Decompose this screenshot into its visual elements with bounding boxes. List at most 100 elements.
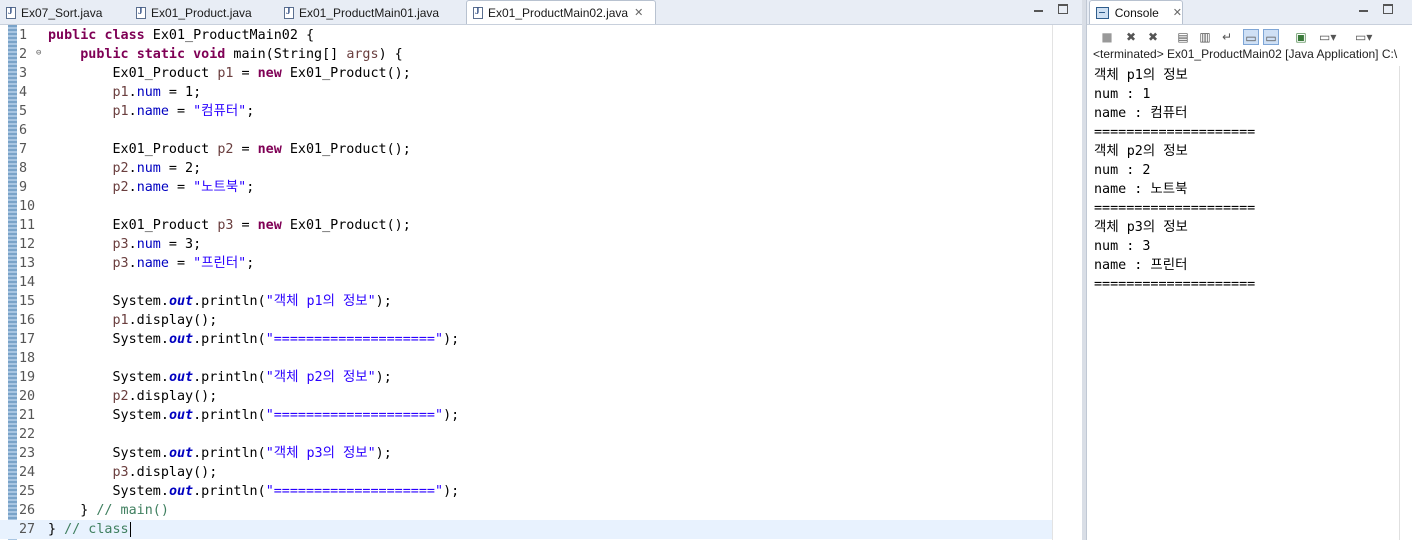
code-line[interactable]: 15 System.out.println("객체 p1의 정보");: [0, 292, 1052, 311]
code-line[interactable]: 8 p2.num = 2;: [0, 159, 1052, 178]
code-line[interactable]: 7 Ex01_Product p2 = new Ex01_Product();: [0, 140, 1052, 159]
line-number: 27: [19, 522, 36, 537]
console-output-line: num : 2: [1094, 163, 1151, 178]
code-line[interactable]: 4 p1.num = 1;: [0, 83, 1052, 102]
tab-label: Ex01_Product.java: [151, 5, 252, 20]
code-text: p2.num = 2;: [112, 161, 202, 176]
text-caret: [129, 522, 131, 537]
console-output-line: 객체 p2의 정보: [1094, 144, 1188, 159]
code-text: p2.display();: [112, 389, 218, 404]
console-output-line: ====================: [1094, 125, 1256, 140]
code-line[interactable]: 17 System.out.println("=================…: [0, 330, 1052, 349]
line-number: 10: [19, 199, 36, 214]
code-line[interactable]: 13 p3.name = "프린터";: [0, 254, 1052, 273]
stop-icon[interactable]: ■: [1099, 29, 1115, 45]
code-line[interactable]: 26 } // main(): [0, 501, 1052, 520]
tab-ex01-product[interactable]: Ex01_Product.java: [136, 2, 252, 23]
code-line[interactable]: 12 p3.num = 3;: [0, 235, 1052, 254]
maximize-icon[interactable]: [1383, 4, 1393, 14]
editor-tab-bar: Ex07_Sort.java Ex01_Product.java Ex01_Pr…: [0, 0, 1082, 25]
remove-all-icon[interactable]: ✖: [1145, 29, 1161, 45]
code-line[interactable]: 2 ⊖ public static void main(String[] args…: [0, 45, 1052, 64]
code-text: p3.name = "프린터";: [112, 256, 255, 271]
code-line[interactable]: 11 Ex01_Product p3 = new Ex01_Product();: [0, 216, 1052, 235]
close-tab-icon[interactable]: ✕: [634, 6, 643, 19]
line-number: 15: [19, 294, 36, 309]
tab-console[interactable]: Console ✕: [1089, 0, 1183, 24]
console-output-line: num : 1: [1094, 87, 1151, 102]
code-line[interactable]: 23 System.out.println("객체 p3의 정보");: [0, 444, 1052, 463]
code-text: p1.name = "컴퓨터";: [112, 104, 255, 119]
console-output-line: name : 프린터: [1094, 258, 1188, 273]
console-process-title: <terminated> Ex01_ProductMain02 [Java Ap…: [1093, 47, 1398, 61]
line-number: 24: [19, 465, 36, 480]
code-text: } // class: [48, 522, 131, 537]
code-line[interactable]: 22: [0, 425, 1052, 444]
line-number: 22: [19, 427, 36, 442]
word-wrap-icon[interactable]: ↵: [1219, 29, 1235, 45]
pin-console-icon[interactable]: ▣: [1293, 29, 1309, 45]
tab-label: Ex07_Sort.java: [21, 5, 103, 20]
code-line[interactable]: 9 p2.name = "노트북";: [0, 178, 1052, 197]
code-text: p1.num = 1;: [112, 85, 202, 100]
line-number: 5: [19, 104, 28, 119]
console-scrollbar[interactable]: [1399, 66, 1412, 540]
minimize-icon[interactable]: [1034, 4, 1043, 12]
line-number: 11: [19, 218, 36, 233]
code-line[interactable]: 20 p2.display();: [0, 387, 1052, 406]
code-text: } // main(): [48, 503, 169, 518]
tab-ex01-productmain01[interactable]: Ex01_ProductMain01.java: [284, 2, 439, 23]
tab-label: Console: [1114, 5, 1159, 20]
code-text: p1.display();: [112, 313, 218, 328]
line-number: 23: [19, 446, 36, 461]
code-text: Ex01_Product p2 = new Ex01_Product();: [48, 142, 411, 157]
code-line[interactable]: 19 System.out.println("객체 p2의 정보");: [0, 368, 1052, 387]
overview-ruler[interactable]: [1052, 25, 1083, 540]
code-text: p3.display();: [112, 465, 218, 480]
console-view: Console ✕ ■ ✖ ✖ ▤ ▥ ↵ ▭ ▭ ▣ ▭▾ ▭▾ <termi…: [1086, 0, 1412, 540]
show-on-error-icon[interactable]: ▭: [1263, 29, 1279, 45]
code-text: p2.name = "노트북";: [112, 180, 255, 195]
line-number: 7: [19, 142, 28, 157]
line-number: 14: [19, 275, 36, 290]
code-line[interactable]: 3 Ex01_Product p1 = new Ex01_Product();: [0, 64, 1052, 83]
remove-launch-icon[interactable]: ✖: [1123, 29, 1139, 45]
code-line[interactable]: 14: [0, 273, 1052, 292]
code-text: System.out.println("====================…: [48, 484, 460, 499]
open-console-icon[interactable]: ▭▾: [1355, 29, 1372, 45]
fold-collapse-icon[interactable]: ⊖: [36, 44, 41, 63]
tab-ex07-sort[interactable]: Ex07_Sort.java: [6, 2, 102, 23]
tab-ex01-productmain02[interactable]: Ex01_ProductMain02.java ✕: [466, 0, 656, 24]
code-line[interactable]: 24 p3.display();: [0, 463, 1052, 482]
clear-console-icon[interactable]: ▤: [1175, 29, 1191, 45]
console-output-line: 객체 p1의 정보: [1094, 68, 1188, 83]
code-line[interactable]: 10: [0, 197, 1052, 216]
close-tab-icon[interactable]: ✕: [1173, 6, 1182, 19]
code-line[interactable]: 25 System.out.println("=================…: [0, 482, 1052, 501]
console-tab-bar: Console ✕: [1087, 0, 1412, 25]
code-line[interactable]: 1 public class Ex01_ProductMain02 {: [0, 26, 1052, 45]
code-line[interactable]: 21 System.out.println("=================…: [0, 406, 1052, 425]
code-text: System.out.println("객체 p1의 정보");: [48, 294, 392, 309]
line-number: 18: [19, 351, 36, 366]
code-text: System.out.println("객체 p3의 정보");: [48, 446, 392, 461]
code-line[interactable]: 6: [0, 121, 1052, 140]
java-file-icon: [284, 6, 294, 19]
code-line[interactable]: 18: [0, 349, 1052, 368]
display-console-icon[interactable]: ▭▾: [1319, 29, 1336, 45]
console-toolbar: ■ ✖ ✖ ▤ ▥ ↵ ▭ ▭ ▣ ▭▾ ▭▾: [1087, 25, 1412, 49]
minimize-icon[interactable]: [1359, 4, 1368, 12]
console-output-line: name : 노트북: [1094, 182, 1188, 197]
scroll-lock-icon[interactable]: ▥: [1197, 29, 1213, 45]
console-output[interactable]: 객체 p1의 정보 num : 1 name : 컴퓨터 ==============…: [1094, 66, 1255, 294]
console-output-line: num : 3: [1094, 239, 1151, 254]
show-on-output-icon[interactable]: ▭: [1243, 29, 1259, 45]
maximize-icon[interactable]: [1058, 4, 1068, 14]
code-line[interactable]: 16 p1.display();: [0, 311, 1052, 330]
line-number: 13: [19, 256, 36, 271]
line-number: 3: [19, 66, 28, 81]
line-number: 21: [19, 408, 36, 423]
code-line[interactable]: 27 } // class: [0, 520, 1052, 539]
code-line[interactable]: 5 p1.name = "컴퓨터";: [0, 102, 1052, 121]
line-number: 16: [19, 313, 36, 328]
